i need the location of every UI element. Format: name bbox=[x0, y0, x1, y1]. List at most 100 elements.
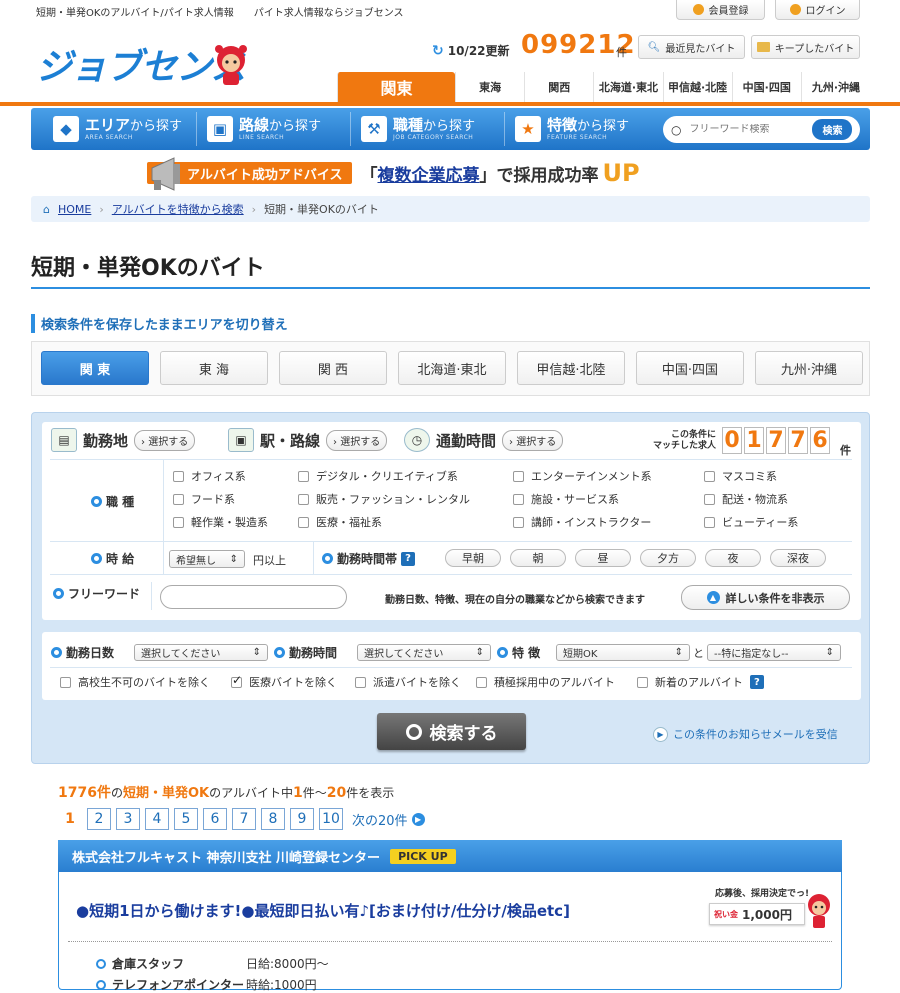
feature-select[interactable]: 短期OK ⇕ bbox=[556, 644, 690, 661]
exclude-dispatch-checkbox[interactable]: 派遣バイトを除く bbox=[355, 674, 461, 690]
job-type-checkbox[interactable]: 施設・サービス系 bbox=[513, 491, 619, 507]
job-type-checkbox[interactable]: 軽作業・製造系 bbox=[173, 514, 268, 530]
freeword-input[interactable] bbox=[160, 585, 347, 609]
user-icon bbox=[692, 4, 704, 15]
wage-select[interactable]: 希望無し ⇕ bbox=[169, 550, 245, 568]
freeword-search-input[interactable] bbox=[689, 124, 805, 135]
chevron-up-icon: ▲ bbox=[706, 591, 720, 604]
total-job-count-unit: 件 bbox=[616, 46, 627, 59]
timeband-night[interactable]: 夜 bbox=[705, 549, 761, 567]
notify-mail-link[interactable]: ▶ この条件のお知らせメールを受信 bbox=[653, 726, 838, 742]
timeband-late-night[interactable]: 深夜 bbox=[770, 549, 826, 567]
job-type-checkbox[interactable]: オフィス系 bbox=[173, 468, 246, 484]
nav-area-search[interactable]: ◆ エリアから探す AREA SEARCH bbox=[43, 112, 197, 146]
timeband-morning[interactable]: 朝 bbox=[510, 549, 566, 567]
timeband-noon[interactable]: 昼 bbox=[575, 549, 631, 567]
select-time-button[interactable]: › 選択する bbox=[502, 429, 564, 451]
recent-jobs-button[interactable]: 🔍︎ 最近見たバイト bbox=[638, 35, 745, 59]
job-type-checkbox[interactable]: デジタル・クリエイティブ系 bbox=[298, 468, 458, 484]
select-area-button[interactable]: › 選択する bbox=[134, 429, 196, 451]
active-hiring-checkbox[interactable]: 積極採用中のアルバイト bbox=[476, 674, 615, 690]
chevron-down-icon: ⇕ bbox=[674, 647, 683, 658]
days-select[interactable]: 選択してください ⇕ bbox=[134, 644, 268, 661]
job-type-option: マスコミ系 bbox=[722, 470, 777, 483]
select-line-button[interactable]: › 選択する bbox=[326, 429, 388, 451]
register-label: 会員登録 bbox=[708, 6, 749, 17]
kept-jobs-button[interactable]: キープしたバイト bbox=[751, 35, 860, 59]
job-type-checkbox[interactable]: 講師・インストラクター bbox=[513, 514, 651, 530]
freeword-hint: 勤務日数、特徴、現在の自分の職業などから検索できます bbox=[385, 595, 645, 606]
next-page-link[interactable]: 次の20件 ▶ bbox=[352, 810, 425, 829]
next-page-label: 次の20件 bbox=[352, 813, 408, 829]
exclude-medical-checkbox[interactable]: 医療バイトを除く bbox=[231, 673, 337, 690]
job-type-checkbox[interactable]: 販売・ファッション・レンタル bbox=[298, 491, 470, 507]
job-type-checkbox[interactable]: エンターテインメント系 bbox=[513, 468, 652, 484]
job-title[interactable]: ●短期1日から働けます!●最短即日払い有♪[おまけ付け/仕分け/検品etc] bbox=[76, 900, 570, 921]
page-link[interactable]: 7 bbox=[232, 808, 256, 830]
results-from: 1 bbox=[293, 785, 303, 801]
region-tab-kyushu[interactable]: 九州·沖縄 bbox=[800, 72, 870, 102]
job-type-option: 講師・インストラクター bbox=[531, 516, 652, 529]
timeband-early-morning[interactable]: 早朝 bbox=[445, 549, 501, 567]
new-jobs-checkbox[interactable]: 新着のアルバイト? bbox=[637, 674, 764, 690]
nav-feature-search[interactable]: ★ 特徴から探す FEATURE SEARCH bbox=[505, 112, 659, 146]
page-link[interactable]: 8 bbox=[261, 808, 285, 830]
job-type-checkbox[interactable]: フード系 bbox=[173, 491, 235, 507]
job-position-row[interactable]: 倉庫スタッフ 日給:8000円～ bbox=[96, 955, 329, 972]
breadcrumb-home[interactable]: HOME bbox=[58, 203, 91, 216]
page-link[interactable]: 2 bbox=[87, 808, 111, 830]
region-tab-hokkaido[interactable]: 北海道·東北 bbox=[593, 72, 662, 102]
page-link[interactable]: 5 bbox=[174, 808, 198, 830]
region-tab-chugoku[interactable]: 中国·四国 bbox=[731, 72, 801, 102]
toggle-details-button[interactable]: ▲ 詳しい条件を非表示 bbox=[681, 585, 850, 610]
job-type-checkbox[interactable]: マスコミ系 bbox=[704, 468, 777, 484]
chevron-down-icon: ⇕ bbox=[229, 553, 238, 565]
exclude-highschool-checkbox[interactable]: 高校生不可のバイトを除く bbox=[60, 674, 210, 690]
area-button-tokai[interactable]: 東 海 bbox=[160, 351, 268, 385]
help-icon[interactable]: ? bbox=[401, 551, 416, 566]
advice-banner[interactable]: アルバイト成功アドバイス 「複数企業応募」で採用成功率 UP bbox=[147, 152, 752, 194]
multi-apply-link[interactable]: 複数企業応募 bbox=[377, 166, 479, 186]
match-unit: 件 bbox=[840, 444, 851, 457]
page-link[interactable]: 6 bbox=[203, 808, 227, 830]
nav-job-search[interactable]: ⚒ 職種から探す JOB CATEGORY SEARCH bbox=[351, 112, 505, 146]
region-tab-tokai[interactable]: 東海 bbox=[455, 72, 524, 102]
job-type-checkbox[interactable]: 配送・物流系 bbox=[704, 491, 788, 507]
area-button-hokkaido[interactable]: 北海道·東北 bbox=[398, 351, 506, 385]
nav-area-small: AREA SEARCH bbox=[85, 133, 133, 141]
region-tab-koshinetsu[interactable]: 甲信越·北陸 bbox=[662, 72, 732, 102]
area-button-kyushu[interactable]: 九州·沖縄 bbox=[755, 351, 863, 385]
hours-select[interactable]: 選択してください ⇕ bbox=[357, 644, 491, 661]
timeband-evening[interactable]: 夕方 bbox=[640, 549, 696, 567]
register-button[interactable]: 会員登録 bbox=[676, 0, 765, 20]
page-link[interactable]: 4 bbox=[145, 808, 169, 830]
freeword-search-button[interactable]: 検索 bbox=[812, 119, 853, 140]
radio-icon bbox=[91, 496, 102, 507]
job-position-row[interactable]: テレフォンアポインター 時給:1000円 bbox=[96, 976, 317, 993]
checkbox-icon bbox=[513, 516, 524, 528]
page-link[interactable]: 9 bbox=[290, 808, 314, 830]
help-icon[interactable]: ? bbox=[749, 675, 764, 689]
star-icon: ★ bbox=[515, 116, 541, 142]
region-tab-kanto[interactable]: 関東 bbox=[337, 72, 455, 102]
job-type-checkbox[interactable]: ビューティー系 bbox=[704, 514, 798, 530]
area-button-chugoku[interactable]: 中国·四国 bbox=[636, 351, 744, 385]
bonus-amount: 1,000円 bbox=[742, 907, 792, 922]
job-card-header[interactable]: 株式会社フルキャスト 神奈川支社 川崎登録センター PICK UP bbox=[58, 840, 842, 872]
login-button[interactable]: ログイン bbox=[775, 0, 860, 20]
checkbox-icon bbox=[173, 493, 184, 505]
feature-select-2[interactable]: --特に指定なし-- ⇕ bbox=[707, 644, 841, 661]
area-button-kanto[interactable]: 関 東 bbox=[41, 351, 149, 385]
area-button-kansai[interactable]: 関 西 bbox=[279, 351, 387, 385]
region-tab-kansai[interactable]: 関西 bbox=[524, 72, 593, 102]
crit-commute: ◷ 通勤時間 › 選択する bbox=[404, 428, 564, 452]
nav-line-search[interactable]: ▣ 路線から探す LINE SEARCH bbox=[197, 112, 351, 146]
breadcrumb-feature[interactable]: アルバイトを特徴から検索 bbox=[112, 201, 244, 217]
area-button-koshinetsu[interactable]: 甲信越·北陸 bbox=[517, 351, 625, 385]
search-submit-button[interactable]: 検索する bbox=[377, 713, 526, 750]
page-link[interactable]: 3 bbox=[116, 808, 140, 830]
checkbox-icon bbox=[173, 470, 184, 482]
page-link[interactable]: 10 bbox=[319, 808, 343, 830]
job-type-text: 職 種 bbox=[106, 495, 135, 509]
job-type-checkbox[interactable]: 医療・福祉系 bbox=[298, 514, 382, 530]
